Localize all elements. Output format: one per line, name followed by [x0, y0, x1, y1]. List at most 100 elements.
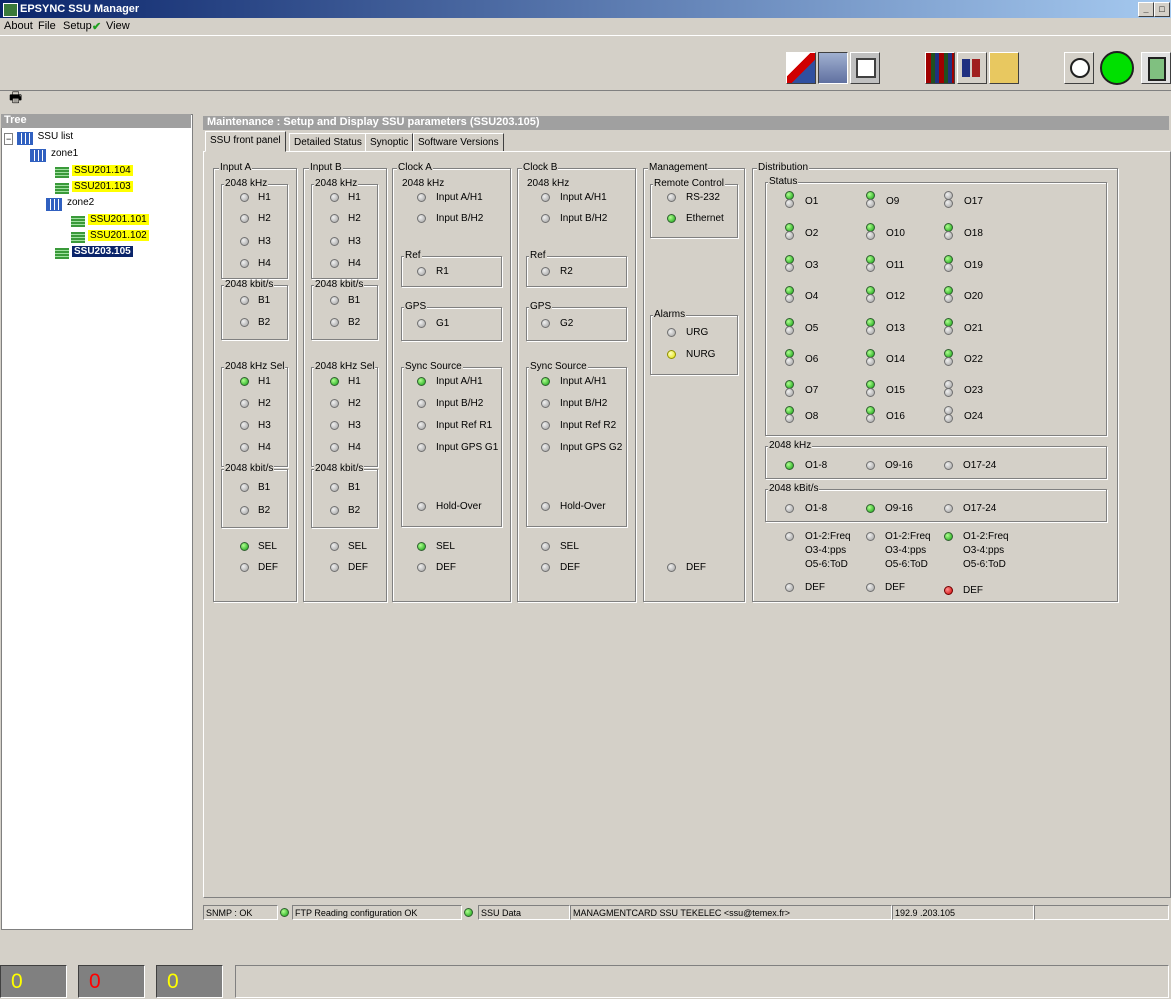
led-input-a-def [240, 563, 249, 572]
clock-a-title: Clock A [397, 162, 433, 173]
led-input-a-h2 [240, 214, 249, 223]
dist-kbit-2-label: O9-16 [885, 503, 913, 514]
dist-khz-1-label: O1-8 [805, 460, 828, 471]
led-input-b-h2 [330, 214, 339, 223]
led-input-b-sel-h4 [330, 443, 339, 452]
led-clock-a-sync-2 [417, 399, 426, 408]
input-b-khz-group [311, 184, 378, 279]
led-clock-b-r2 [541, 267, 550, 276]
dist-kbit-3-label: O17-24 [963, 503, 997, 514]
display-icon[interactable] [850, 52, 880, 84]
counter-3: 0 [156, 965, 223, 998]
tab-ssu-front-panel[interactable]: SSU front panel [205, 131, 286, 152]
led-output-o3-b [785, 263, 794, 272]
clock-icon[interactable] [1100, 51, 1134, 85]
clock-b-ref-title: Ref [529, 250, 547, 261]
led-output-o7-b [785, 388, 794, 397]
led-output-o10-b [866, 231, 875, 240]
counter-1: 0 [0, 965, 67, 998]
clock-b-sync-4-label: Input GPS G2 [560, 442, 623, 453]
led-output-o17-b [944, 199, 953, 208]
config-icon[interactable] [786, 52, 816, 84]
output-label: O9 [886, 196, 900, 207]
zone-icon [46, 198, 62, 212]
alarms-title: Alarms [653, 309, 687, 320]
minimize-button[interactable]: _ [1138, 2, 1154, 17]
tree-item-ssu201-104[interactable]: SSU201.104 [55, 165, 133, 179]
freq-3-line3: O5-6:ToD [963, 559, 1006, 570]
collapse-icon[interactable]: − [4, 133, 14, 145]
tree-item-zone2[interactable]: zone2 [46, 197, 94, 212]
clock-b-def-label: DEF [560, 562, 580, 573]
input-a-khz-title: 2048 kHz [224, 178, 269, 189]
restore-button[interactable]: □ [1154, 2, 1170, 17]
input-a-sel-label: SEL [258, 541, 277, 552]
device-icon [55, 183, 69, 195]
extra-status [1034, 905, 1169, 920]
tree-item-ssu201-101[interactable]: SSU201.101 [71, 214, 149, 228]
output-label: O14 [886, 354, 905, 365]
led-input-b-sel-h3 [330, 421, 339, 430]
snmp-status: SNMP : OK [203, 905, 278, 920]
menu-about[interactable]: About [4, 20, 33, 32]
window-title: EPSYNC SSU Manager [20, 3, 140, 15]
exit-icon[interactable] [1141, 52, 1171, 84]
device-icon [55, 167, 69, 179]
books-icon[interactable] [925, 52, 955, 84]
freq-2-line2: O3-4:pps [885, 545, 927, 556]
input-b-kbit-title: 2048 kbit/s [314, 279, 365, 290]
led-freq-1 [785, 532, 794, 541]
tree-item-ssu201-103[interactable]: SSU201.103 [55, 181, 133, 195]
led-clock-a-input-a [417, 193, 426, 202]
output-label: O1 [805, 196, 819, 207]
led-input-a-h3 [240, 237, 249, 246]
tree-item-ssu203-105[interactable]: SSU203.105 [55, 246, 133, 260]
input-a-title: Input A [219, 162, 253, 173]
clock-alarm-icon[interactable] [1064, 52, 1094, 84]
urg-label: URG [686, 327, 709, 338]
checkmark-icon: ✔ [92, 21, 102, 33]
users-icon[interactable] [957, 52, 987, 84]
tab-software-versions[interactable]: Software Versions [413, 133, 504, 152]
led-input-b-sel-b1 [330, 483, 339, 492]
led-input-b-b2 [330, 318, 339, 327]
led-rs232 [667, 193, 676, 202]
tree-item-ssu201-102[interactable]: SSU201.102 [71, 230, 149, 244]
clock-a-g1-label: G1 [436, 318, 450, 329]
tab-synoptic[interactable]: Synoptic [365, 133, 414, 152]
freq-1-line3: O5-6:ToD [805, 559, 848, 570]
alarms-group [650, 315, 738, 375]
led-dist-khz-1 [785, 461, 794, 470]
tree-item-ssu-list[interactable]: − SSU list [4, 131, 73, 146]
led-output-o11-b [866, 263, 875, 272]
network-icon[interactable] [818, 52, 848, 84]
led-clock-b-g2 [541, 319, 550, 328]
input-b-sel-h3-label: H3 [348, 420, 361, 431]
clock-b-sync-title: Sync Source [529, 361, 588, 372]
printer-icon[interactable]: 🖶 [9, 89, 25, 105]
clock-b-sel-label: SEL [560, 541, 579, 552]
output-label: O16 [886, 411, 905, 422]
clock-b-input-b-label: Input B/H2 [560, 213, 608, 224]
led-output-o19-b [944, 263, 953, 272]
clock-b-sync-3-label: Input Ref R2 [560, 420, 617, 431]
list-icon [16, 132, 33, 146]
input-a-b1-label: B1 [258, 295, 271, 306]
folder-icon[interactable] [989, 52, 1019, 84]
led-input-a-sel [240, 542, 249, 551]
menu-file[interactable]: File [38, 20, 56, 32]
tree-item-zone1[interactable]: zone1 [30, 148, 78, 163]
clock-a-sync-3-label: Input Ref R1 [436, 420, 493, 431]
input-a-b2-label: B2 [258, 317, 271, 328]
output-label: O13 [886, 323, 905, 334]
message-field [235, 965, 1169, 998]
led-clock-a-r1 [417, 267, 426, 276]
menu-view[interactable]: View [106, 20, 130, 32]
led-input-b-h1 [330, 193, 339, 202]
menu-setup[interactable]: Setup [63, 20, 92, 32]
tab-detailed-status[interactable]: Detailed Status [289, 133, 367, 152]
dist-kbit-title: 2048 kBit/s [768, 483, 820, 494]
output-label: O2 [805, 228, 819, 239]
output-label: O4 [805, 291, 819, 302]
led-input-b-b1 [330, 296, 339, 305]
